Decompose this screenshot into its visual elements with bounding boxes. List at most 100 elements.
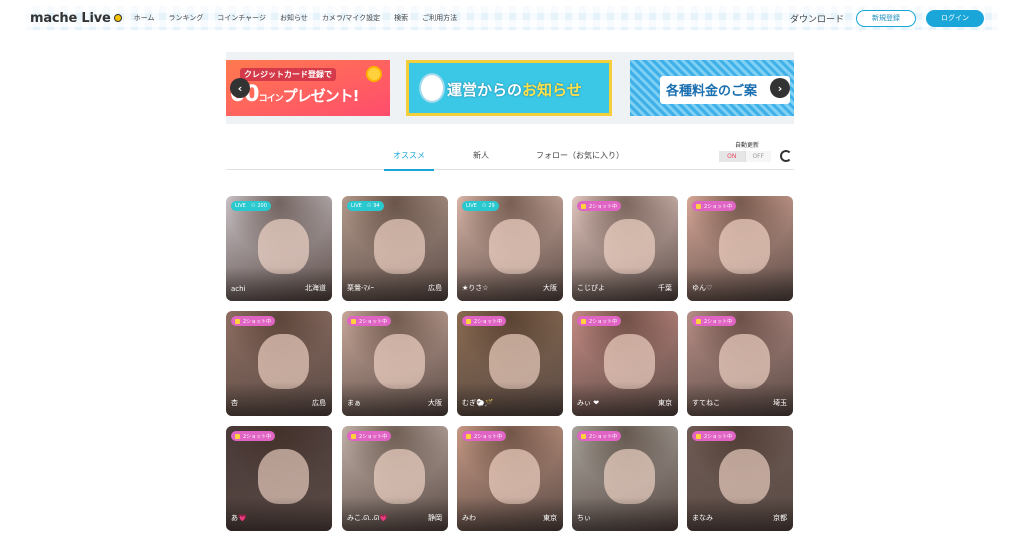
login-button[interactable]: ログイン [926,9,984,27]
nav-ranking[interactable]: ランキング [168,13,203,23]
performer-card[interactable]: 2ショット中ゆん♡ [687,196,793,301]
performer-area: 埼玉 [773,399,787,407]
performer-area: 大阪 [543,284,557,292]
performer-card[interactable]: 2ショット中 まぁ 大阪 [342,311,448,416]
chevron-right-icon[interactable]: › [770,78,790,98]
photo-face [257,449,309,504]
badge-label: 2ショット中 [359,433,388,440]
performer-area: 東京 [658,399,672,407]
badge-label: 2ショット中 [243,433,272,440]
performer-card[interactable]: 2ショット中 みこ.ᘏ..ᘏ💗 静岡 [342,426,448,531]
performer-name: すてねこ [692,399,721,407]
badge-label: LIVE [351,203,362,209]
performer-card[interactable]: 2ショット中 こじぴよ 千葉 [572,196,678,301]
photo-face [718,449,770,504]
performer-card[interactable]: 2ショット中杏 広島 [226,311,332,416]
performer-name: ゆん♡ [692,284,713,292]
two-shot-badge: 2ショット中 [231,316,276,326]
photo-face [257,219,309,274]
badge-label: 2ショット中 [474,433,503,440]
performer-card[interactable]: 2ショット中あ💗 [226,426,332,531]
performer-name: みこ.ᘏ..ᘏ💗 [347,514,389,522]
nav-camera-settings[interactable]: カメラ/マイク設定 [322,13,380,23]
banner-carousel: クレジットカード登録で 00コインプレゼント! 運営からのお知らせ 各種料金のご… [226,52,794,124]
photo-face [603,334,655,389]
register-button[interactable]: 新規登録 [856,9,916,27]
performer-area: 東京 [543,514,557,522]
photo-face [718,219,770,274]
coin-icon [366,66,382,82]
auto-update-label: 自動更新 [734,142,759,149]
performer-card[interactable]: LIVE ⚇ 29 ★りさ☆ 大阪 [457,196,563,301]
two-shot-badge: 2ショット中 [462,316,507,326]
performer-name: あ💗 [231,514,247,522]
performer-name: 栗鶯-ﾏﾒｰ [347,284,375,292]
nav-news[interactable]: お知らせ [280,13,308,23]
performer-card[interactable]: 2ショット中 むぎ🐑🪄 [457,311,563,416]
viewer-count: 94 [373,203,380,209]
two-shot-badge: 2ショット中 [462,431,507,441]
lock-icon [696,433,701,439]
live-badge: LIVE ⚇ 94 [347,201,384,211]
performer-area: 広島 [312,399,326,407]
badge-label: LIVE [466,203,477,209]
tab-follow[interactable]: フォロー（お気に入り） [536,150,624,161]
nav-how-to-use[interactable]: ご利用方法 [422,13,457,23]
logo-dot-icon [113,14,122,22]
badge-label: 2ショット中 [359,318,388,325]
photo-face [488,449,540,504]
lock-icon [696,318,701,324]
download-link[interactable]: ダウンロード [790,12,844,25]
tab-recommended[interactable]: オススメ [384,150,434,171]
refresh-icon[interactable] [780,150,792,162]
auto-update-toggle[interactable]: ON OFF [719,151,771,162]
toggle-off[interactable]: OFF [744,151,771,162]
live-badge: LIVE ⚇ 29 [462,201,499,211]
performer-card[interactable]: 2ショット中 すてねこ 埼玉 [687,311,793,416]
nav-home[interactable]: ホーム [134,13,155,23]
banner-pricing-text: 各種料金のご案 [666,84,758,99]
performer-card[interactable]: 2ショット中 まなみ 京都 [687,426,793,531]
lock-icon [466,318,471,324]
performer-card[interactable]: 2ショット中 みぃ ❤ 東京 [572,311,678,416]
photo-face [373,219,425,274]
banner-credit-text: クレジットカード登録で [240,68,336,81]
banner-news-text: 運営からのお知らせ [447,81,582,99]
two-shot-badge: 2ショット中 [692,316,737,326]
viewer-icon: ⚇ [250,203,256,209]
banner-credit-card[interactable]: クレジットカード登録で 00コインプレゼント! [226,60,390,116]
badge-label: LIVE [235,203,246,209]
performer-area: 京都 [773,514,787,522]
performer-card[interactable]: 2ショット中 ちぃ [572,426,678,531]
performer-card[interactable]: LIVE ⚇ 94 栗鶯-ﾏﾒｰ 広島 [342,196,448,301]
badge-label: 2ショット中 [704,203,733,210]
photo-face [603,219,655,274]
lock-icon [235,433,240,439]
performer-name: みわ [462,514,476,522]
badge-label: 2ショット中 [243,318,272,325]
tab-bar: オススメ 新人 フォロー（お気に入り） [226,140,794,171]
two-shot-badge: 2ショット中 [347,316,392,326]
nav-search[interactable]: 検索 [394,13,408,23]
photo-face [257,334,309,389]
performer-card[interactable]: 2ショット中みわ 東京 [457,426,563,531]
nav-coin-charge[interactable]: コインチャージ [217,13,266,23]
viewer-icon: ⚇ [366,203,372,209]
lock-icon [466,433,471,439]
two-shot-badge: 2ショット中 [577,431,622,441]
performer-name: ★りさ☆ [462,284,489,292]
badge-label: 2ショット中 [704,433,733,440]
badge-label: 2ショット中 [474,318,503,325]
photo-face [603,449,655,504]
two-shot-badge: 2ショット中 [692,431,737,441]
tab-new[interactable]: 新人 [473,150,489,161]
photo-face [373,334,425,389]
toggle-on[interactable]: ON [719,151,745,162]
performer-name: ちぃ [577,514,591,522]
two-shot-badge: 2ショット中 [577,316,622,326]
banner-news[interactable]: 運営からのお知らせ [406,60,612,116]
lock-icon [351,318,356,324]
chevron-left-icon[interactable]: ‹ [230,78,250,98]
site-logo[interactable]: mache Live [30,11,122,26]
performer-card[interactable]: LIVE ⚇ 200 achi 北海道 [226,196,332,301]
